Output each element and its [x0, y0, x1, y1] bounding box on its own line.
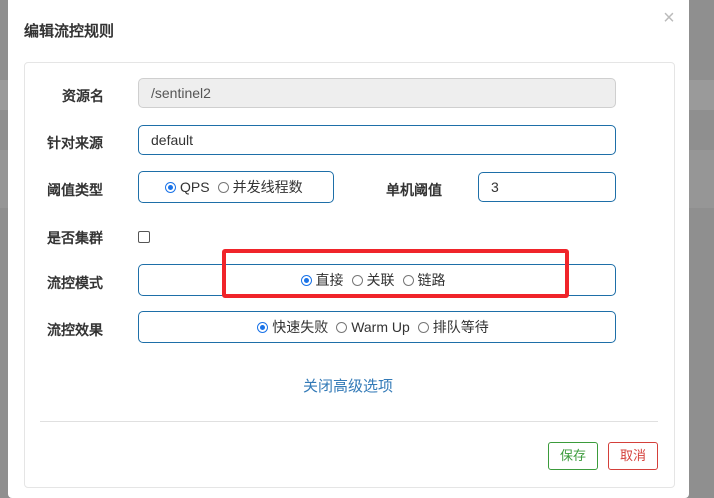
- source-label: 针对来源: [47, 135, 103, 151]
- single-threshold-input[interactable]: [478, 172, 616, 202]
- radio-concurrent-threads-label: 并发线程数: [232, 179, 303, 195]
- radio-fast-fail-label: 快速失败: [272, 319, 329, 335]
- radio-fast-fail[interactable]: 快速失败: [257, 317, 328, 337]
- cluster-checkbox[interactable]: [138, 231, 150, 243]
- radio-queue-wait[interactable]: 排队等待: [417, 317, 489, 337]
- modal-title: 编辑流控规则: [24, 23, 115, 40]
- radio-qps-label: QPS: [180, 179, 210, 195]
- radio-concurrent-threads[interactable]: 并发线程数: [217, 177, 303, 197]
- flow-effect-label: 流控效果: [47, 322, 103, 338]
- cluster-label: 是否集群: [47, 230, 103, 246]
- highlight-annotation-box: [222, 249, 569, 298]
- radio-unchecked-icon: [336, 321, 348, 333]
- resource-name-input[interactable]: [138, 78, 616, 108]
- radio-warm-up[interactable]: Warm Up: [336, 319, 410, 335]
- radio-unchecked-icon: [417, 321, 429, 333]
- source-input[interactable]: [138, 125, 616, 155]
- close-icon[interactable]: ×: [659, 8, 679, 28]
- radio-checked-icon: [257, 321, 269, 333]
- radio-warm-up-label: Warm Up: [351, 319, 410, 335]
- cancel-button[interactable]: 取消: [608, 442, 658, 470]
- divider: [40, 421, 658, 422]
- single-threshold-label: 单机阈值: [386, 182, 442, 198]
- radio-checked-icon: [165, 181, 176, 193]
- threshold-type-radio-group: QPS 并发线程数: [138, 171, 334, 203]
- radio-qps[interactable]: QPS: [165, 179, 210, 195]
- resource-name-label: 资源名: [62, 88, 104, 104]
- flow-mode-label: 流控模式: [47, 275, 103, 291]
- flow-effect-radio-group: 快速失败 Warm Up 排队等待: [138, 311, 616, 343]
- save-button[interactable]: 保存: [548, 442, 598, 470]
- radio-unchecked-icon: [217, 181, 229, 193]
- threshold-type-label: 阈值类型: [47, 182, 103, 198]
- close-advanced-options-link[interactable]: 关闭高级选项: [303, 375, 393, 396]
- radio-queue-wait-label: 排队等待: [432, 319, 489, 335]
